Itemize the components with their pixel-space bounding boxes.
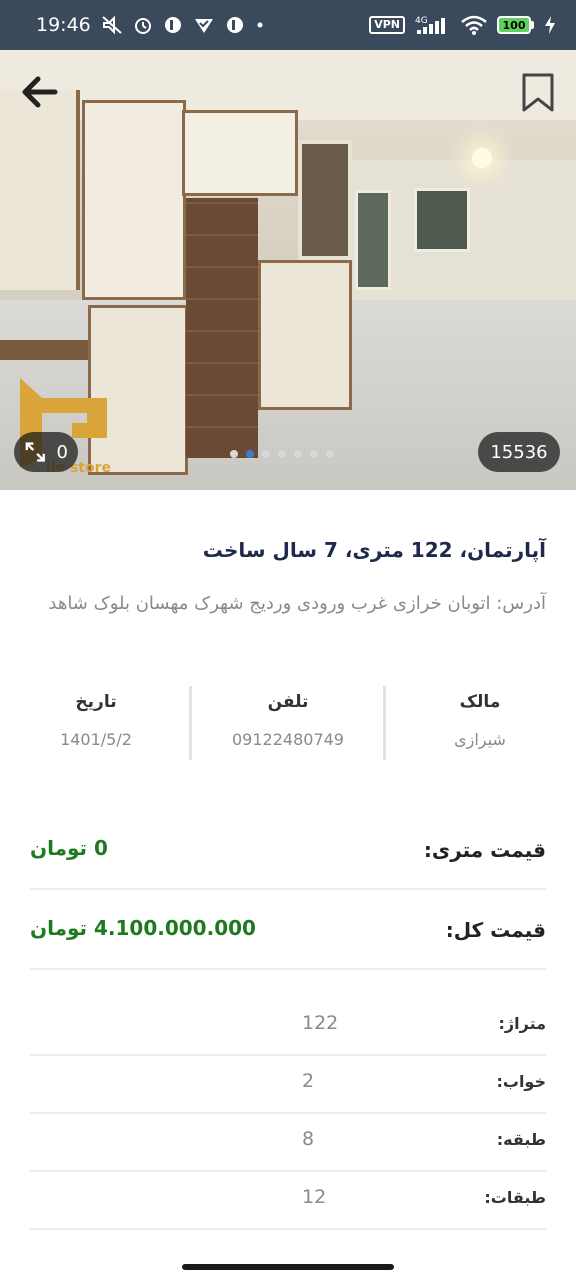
- spec-row: طبقات: 12: [30, 1172, 546, 1230]
- listing-title: آپارتمان، 122 متری، 7 سال ساخت: [202, 538, 546, 562]
- status-right: VPN 4G 100: [369, 14, 556, 36]
- bookmark-button[interactable]: [520, 72, 556, 114]
- price-per-meter-label: قیمت متری:: [423, 838, 546, 862]
- network-type: 4G: [415, 16, 428, 26]
- info-phone[interactable]: تلفن 09122480749: [192, 686, 384, 762]
- date-label: تاریخ: [75, 692, 117, 712]
- price-per-meter-value: 0 تومان: [30, 836, 108, 860]
- wifi-icon: [461, 15, 487, 35]
- spec-label: طبقه:: [496, 1130, 546, 1149]
- total-price-label: قیمت کل:: [445, 918, 546, 942]
- gesture-nav-handle[interactable]: [182, 1264, 394, 1270]
- phone-label: تلفن: [267, 692, 309, 712]
- owner-value: شیرازی: [454, 730, 506, 749]
- back-button[interactable]: [20, 72, 60, 112]
- spec-label: طبقات:: [484, 1188, 546, 1207]
- battery-level: 100: [497, 16, 531, 34]
- expand-icon: [25, 442, 45, 462]
- status-left: 19:46: [36, 14, 265, 36]
- price-per-meter-row: قیمت متری: 0 تومان: [30, 810, 546, 890]
- gallery-dot[interactable]: [230, 450, 238, 458]
- gallery-dot[interactable]: [246, 450, 254, 458]
- gallery-dot[interactable]: [326, 450, 334, 458]
- gallery-dot[interactable]: [310, 450, 318, 458]
- owner-label: مالک: [459, 692, 501, 712]
- status-time: 19:46: [36, 14, 91, 36]
- gallery-dot[interactable]: [294, 450, 302, 458]
- back-arrow-icon: [22, 76, 58, 108]
- spec-row: طبقه: 8: [30, 1114, 546, 1172]
- signal-icon: 4G: [415, 14, 451, 36]
- app-notification-icon: [163, 15, 183, 35]
- spec-value: 2: [302, 1070, 315, 1092]
- fullscreen-button[interactable]: 0: [14, 432, 78, 472]
- spec-value: 12: [302, 1186, 327, 1208]
- listing-photo[interactable]: ile store 0 15536: [0, 50, 576, 490]
- listing-address: آدرس: اتوبان خرازی غرب ورودی وردیج شهرک …: [48, 593, 546, 614]
- gallery-dots: [230, 450, 334, 458]
- total-price-value: 4.100.000.000 تومان: [30, 916, 256, 940]
- date-value: 1401/5/2: [60, 730, 132, 749]
- mute-icon: [101, 15, 123, 35]
- app-notification-icon-2: [225, 15, 245, 35]
- alarm-icon: [133, 15, 153, 35]
- spec-label: خواب:: [496, 1072, 546, 1091]
- info-date: تاریخ 1401/5/2: [0, 686, 192, 762]
- expand-count: 0: [56, 441, 68, 463]
- info-owner: مالک شیرازی: [384, 686, 576, 762]
- spec-label: متراژ:: [498, 1014, 546, 1033]
- phone-value[interactable]: 09122480749: [192, 730, 384, 749]
- spec-value: 122: [302, 1012, 339, 1034]
- status-bar: 19:46 VPN 4G 100: [0, 0, 576, 50]
- total-price-row: قیمت کل: 4.100.000.000 تومان: [30, 890, 546, 970]
- info-row: مالک شیرازی تلفن 09122480749 تاریخ 1401/…: [0, 686, 576, 762]
- charging-icon: [544, 15, 556, 35]
- bookmark-icon: [522, 73, 554, 112]
- spec-row: خواب: 2: [30, 1056, 546, 1114]
- spec-value: 8: [302, 1128, 315, 1150]
- battery-icon: 100: [497, 16, 534, 34]
- photo-id-chip: 15536: [478, 432, 560, 472]
- gallery-dot[interactable]: [278, 450, 286, 458]
- check-notification-icon: [193, 15, 215, 35]
- vpn-badge: VPN: [369, 16, 405, 34]
- more-dot-icon: [255, 20, 265, 30]
- spec-row: متراژ: 122: [30, 998, 546, 1056]
- gallery-dot[interactable]: [262, 450, 270, 458]
